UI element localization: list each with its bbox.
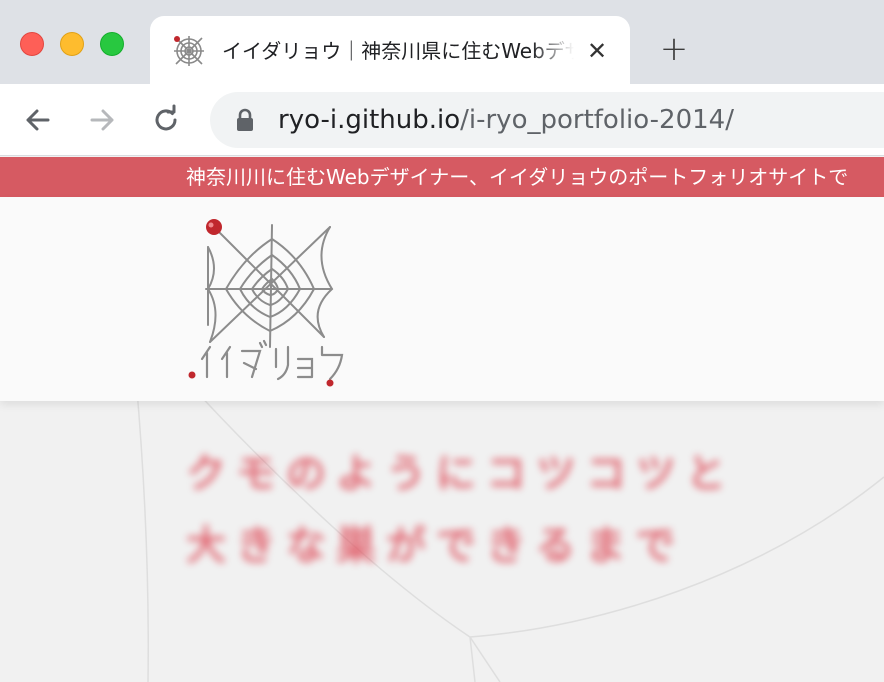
window-zoom-button[interactable] xyxy=(100,32,124,56)
address-bar[interactable]: ryo-i.github.io/i-ryo_portfolio-2014/ xyxy=(210,92,884,148)
url-text[interactable]: ryo-i.github.io/i-ryo_portfolio-2014/ xyxy=(278,104,734,136)
announcement-text: 神奈川川に住むWebデザイナー、イイダリョウのポートフォリオサイトで xyxy=(186,165,849,189)
window-minimize-button[interactable] xyxy=(60,32,84,56)
catchphrase-line-1: クモのようにコツコツと xyxy=(186,451,736,497)
tab-strip: イイダリョウ｜神奈川県に住むWebデザイナー ✕ + xyxy=(0,0,884,84)
new-tab-button[interactable]: + xyxy=(656,32,692,68)
spider-web-icon xyxy=(174,36,204,66)
spider-web-logo[interactable] xyxy=(180,207,360,391)
page-viewport: 神奈川川に住むWebデザイナー、イイダリョウのポートフォリオサイトで クモのよう… xyxy=(0,157,884,682)
reload-icon[interactable] xyxy=(148,102,184,138)
tab-close-icon[interactable]: ✕ xyxy=(582,36,612,66)
lock-icon[interactable] xyxy=(234,108,256,132)
tab-title: イイダリョウ｜神奈川県に住むWebデザイナー xyxy=(222,39,574,63)
url-host: ryo-i.github.io xyxy=(278,105,461,135)
window-close-button[interactable] xyxy=(20,32,44,56)
site-header xyxy=(0,197,884,401)
browser-toolbar: ryo-i.github.io/i-ryo_portfolio-2014/ xyxy=(0,84,884,156)
active-tab[interactable]: イイダリョウ｜神奈川県に住むWebデザイナー ✕ xyxy=(150,16,630,84)
catchphrase-line-2: 大きな巣ができるまで xyxy=(186,523,686,569)
url-path: /i-ryo_portfolio-2014/ xyxy=(460,105,734,135)
back-arrow-icon[interactable] xyxy=(20,102,56,138)
announcement-bar: 神奈川川に住むWebデザイナー、イイダリョウのポートフォリオサイトで xyxy=(0,157,884,197)
forward-arrow-icon[interactable] xyxy=(84,102,120,138)
